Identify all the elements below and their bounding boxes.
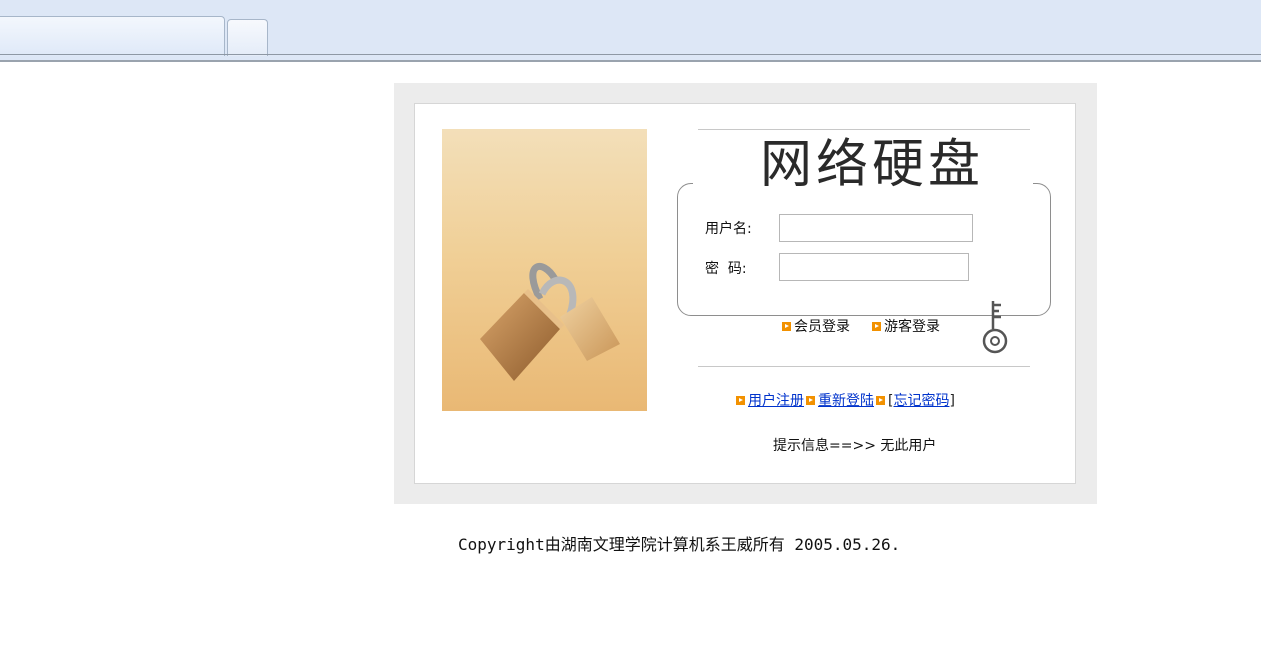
bracket-close: ] [949,393,955,409]
copyright-footer: Copyright由湖南文理学院计算机系王威所有 2005.05.26. [458,535,901,554]
hint-message: 提示信息==>> 无此用户 [773,438,937,454]
page-title: 网络硬盘 [759,135,984,195]
guest-login-button[interactable]: 游客登录 [872,318,940,336]
arrow-bullet-icon [736,395,745,405]
login-panel: 网络硬盘 用户名: 密 码: 会员登录 游客登录 用户注册 重新登陆 [忘记密码] … [414,103,1076,484]
padlock-image [442,129,647,411]
arrow-bullet-icon [782,321,791,331]
username-input[interactable] [779,214,973,242]
divider-line [698,366,1030,367]
password-label: 密 码: [705,261,747,277]
new-tab-button[interactable] [227,19,268,56]
username-label: 用户名: [705,221,752,237]
browser-tab-bar [0,0,1261,62]
login-panel-frame: 网络硬盘 用户名: 密 码: 会员登录 游客登录 用户注册 重新登陆 [忘记密码] … [394,83,1097,504]
member-login-button[interactable]: 会员登录 [782,318,850,336]
guest-login-label: 游客登录 [884,319,940,335]
member-login-label: 会员登录 [794,319,850,335]
password-input[interactable] [779,253,969,281]
arrow-bullet-icon [806,395,815,405]
forgot-password-link[interactable]: 忘记密码 [893,393,949,409]
account-links: 用户注册 重新登陆 [忘记密码] [736,391,955,411]
browser-tab-active[interactable] [0,16,225,56]
tab-divider-line [0,54,1261,55]
relogin-link[interactable]: 重新登陆 [818,393,874,409]
key-icon [982,301,1008,354]
arrow-bullet-icon [872,321,881,331]
arrow-bullet-icon [876,395,885,405]
register-link[interactable]: 用户注册 [748,393,804,409]
